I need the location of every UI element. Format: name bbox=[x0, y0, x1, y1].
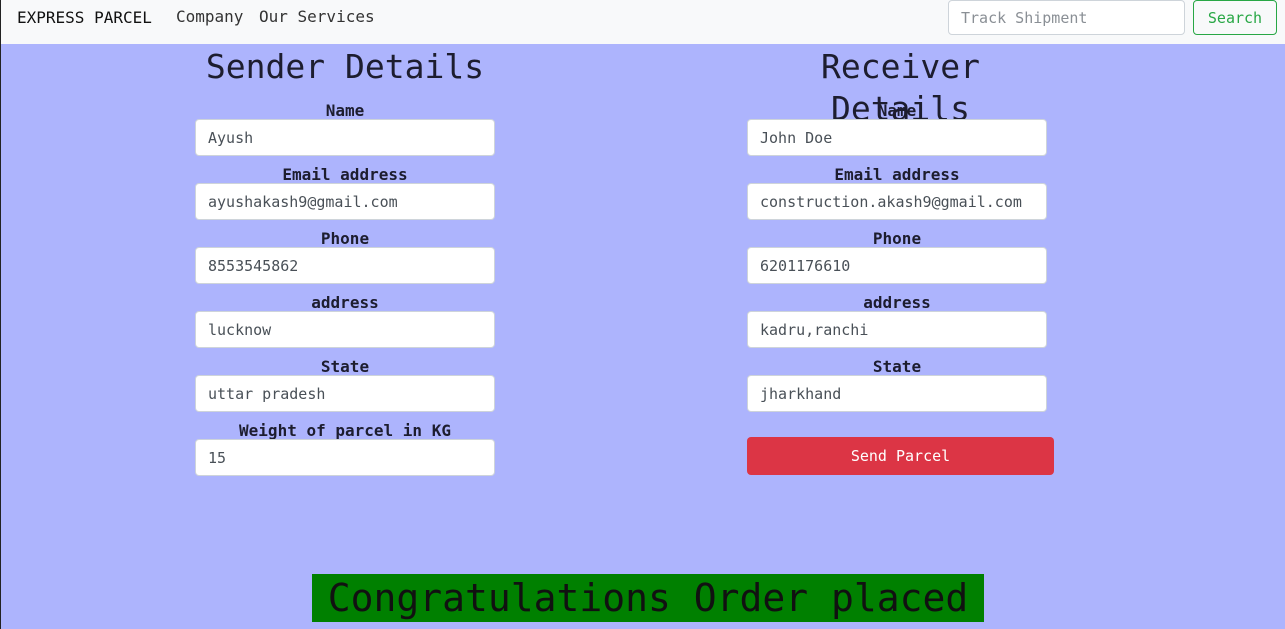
track-shipment-input[interactable] bbox=[948, 0, 1185, 35]
brand-logo[interactable]: EXPRESS PARCEL bbox=[17, 7, 152, 29]
receiver-phone-input[interactable] bbox=[747, 247, 1047, 284]
sender-heading: Sender Details bbox=[205, 47, 485, 86]
order-success-message: Congratulations Order placed bbox=[312, 574, 984, 622]
search-button[interactable]: Search bbox=[1193, 0, 1277, 35]
receiver-state-input[interactable] bbox=[747, 375, 1047, 412]
sender-email-input[interactable] bbox=[195, 183, 495, 220]
receiver-name-input[interactable] bbox=[747, 119, 1047, 156]
receiver-address-label: address bbox=[863, 293, 931, 312]
sender-phone-input[interactable] bbox=[195, 247, 495, 284]
sender-name-label: Name bbox=[325, 101, 365, 120]
sender-state-input[interactable] bbox=[195, 375, 495, 412]
sender-state-label: State bbox=[320, 357, 370, 376]
receiver-email-input[interactable] bbox=[747, 183, 1047, 220]
sender-name-input[interactable] bbox=[195, 119, 495, 156]
receiver-phone-label: Phone bbox=[872, 229, 922, 248]
sender-address-input[interactable] bbox=[195, 311, 495, 348]
receiver-name-label: Name bbox=[877, 101, 917, 120]
weight-input[interactable] bbox=[195, 439, 495, 476]
sender-email-label: Email address bbox=[282, 165, 408, 184]
receiver-email-label: Email address bbox=[834, 165, 960, 184]
send-parcel-button[interactable]: Send Parcel bbox=[747, 437, 1054, 475]
receiver-address-input[interactable] bbox=[747, 311, 1047, 348]
weight-label: Weight of parcel in KG bbox=[239, 421, 451, 440]
sender-address-label: address bbox=[311, 293, 379, 312]
nav-link-company[interactable]: Company bbox=[176, 6, 243, 28]
nav-link-our-services[interactable]: Our Services bbox=[259, 6, 375, 28]
receiver-state-label: State bbox=[872, 357, 922, 376]
sender-phone-label: Phone bbox=[320, 229, 370, 248]
navbar: EXPRESS PARCEL Company Our Services Sear… bbox=[1, 0, 1285, 44]
